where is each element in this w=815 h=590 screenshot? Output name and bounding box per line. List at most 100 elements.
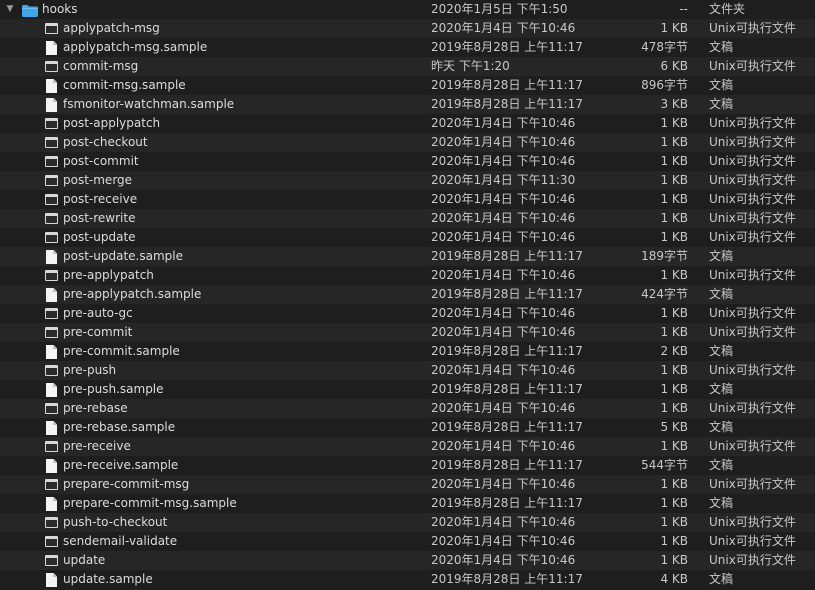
exec-icon <box>45 232 58 243</box>
exec-icon <box>45 137 58 148</box>
file-kind: Unix可执行文件 <box>709 363 796 377</box>
file-row[interactable]: post-rewrite 2020年1月4日 下午10:46 1 KB Unix… <box>0 209 815 228</box>
file-size: 1 KB <box>660 382 688 396</box>
doc-icon <box>46 98 57 112</box>
file-row[interactable]: sendemail-validate 2020年1月4日 下午10:46 1 K… <box>0 532 815 551</box>
file-kind: Unix可执行文件 <box>709 211 796 225</box>
file-name: prepare-commit-msg.sample <box>63 496 237 510</box>
file-size: 1 KB <box>660 268 688 282</box>
file-row[interactable]: post-update 2020年1月4日 下午10:46 1 KB Unix可… <box>0 228 815 247</box>
file-kind: Unix可执行文件 <box>709 135 796 149</box>
file-date: 2020年1月4日 下午10:46 <box>431 135 576 149</box>
doc-icon <box>46 383 57 397</box>
file-name: update <box>63 553 106 567</box>
file-row[interactable]: pre-rebase 2020年1月4日 下午10:46 1 KB Unix可执… <box>0 399 815 418</box>
file-row[interactable]: pre-applypatch.sample 2019年8月28日 上午11:17… <box>0 285 815 304</box>
folder-row-hooks[interactable]: ▼ hooks 2020年1月5日 下午1:50 -- 文件夹 <box>0 0 815 19</box>
file-date: 2020年1月4日 下午10:46 <box>431 154 576 168</box>
file-date: 2020年1月4日 下午10:46 <box>431 268 576 282</box>
file-name: update.sample <box>63 572 153 586</box>
folder-kind: 文件夹 <box>709 2 746 16</box>
file-row[interactable]: push-to-checkout 2020年1月4日 下午10:46 1 KB … <box>0 513 815 532</box>
file-kind: Unix可执行文件 <box>709 173 796 187</box>
file-row[interactable]: update.sample 2019年8月28日 上午11:17 4 KB 文稿 <box>0 570 815 589</box>
file-row[interactable]: post-receive 2020年1月4日 下午10:46 1 KB Unix… <box>0 190 815 209</box>
file-kind: Unix可执行文件 <box>709 439 796 453</box>
file-row[interactable]: pre-receive.sample 2019年8月28日 上午11:17 54… <box>0 456 815 475</box>
file-row[interactable]: fsmonitor-watchman.sample 2019年8月28日 上午1… <box>0 95 815 114</box>
file-row[interactable]: pre-push 2020年1月4日 下午10:46 1 KB Unix可执行文… <box>0 361 815 380</box>
doc-icon <box>46 573 57 587</box>
file-row[interactable]: pre-commit 2020年1月4日 下午10:46 1 KB Unix可执… <box>0 323 815 342</box>
file-name: pre-receive <box>63 439 131 453</box>
file-name: applypatch-msg <box>63 21 160 35</box>
exec-icon <box>45 213 58 224</box>
file-date: 2020年1月4日 下午10:46 <box>431 553 576 567</box>
file-name: fsmonitor-watchman.sample <box>63 97 235 111</box>
file-row[interactable]: pre-receive 2020年1月4日 下午10:46 1 KB Unix可… <box>0 437 815 456</box>
file-kind: 文稿 <box>709 344 734 358</box>
file-kind: 文稿 <box>709 40 734 54</box>
file-name: post-applypatch <box>63 116 161 130</box>
exec-icon <box>45 61 58 72</box>
exec-icon <box>45 118 58 129</box>
file-kind: Unix可执行文件 <box>709 534 796 548</box>
file-name: pre-push <box>63 363 117 377</box>
exec-icon <box>45 365 58 376</box>
file-kind: 文稿 <box>709 97 734 111</box>
file-size: 1 KB <box>660 154 688 168</box>
file-row[interactable]: post-merge 2020年1月4日 下午11:30 1 KB Unix可执… <box>0 171 815 190</box>
exec-icon <box>45 23 58 34</box>
file-row[interactable]: pre-push.sample 2019年8月28日 上午11:17 1 KB … <box>0 380 815 399</box>
file-row[interactable]: commit-msg.sample 2019年8月28日 上午11:17 896… <box>0 76 815 95</box>
file-name: pre-receive.sample <box>63 458 179 472</box>
file-row[interactable]: commit-msg 昨天 下午1:20 6 KB Unix可执行文件 <box>0 57 815 76</box>
exec-icon <box>45 156 58 167</box>
file-size: 1 KB <box>660 116 688 130</box>
file-row[interactable]: post-update.sample 2019年8月28日 上午11:17 18… <box>0 247 815 266</box>
file-row[interactable]: pre-commit.sample 2019年8月28日 上午11:17 2 K… <box>0 342 815 361</box>
file-size: 1 KB <box>660 21 688 35</box>
file-size: 5 KB <box>660 420 688 434</box>
file-name: post-update.sample <box>63 249 183 263</box>
file-row[interactable]: applypatch-msg.sample 2019年8月28日 上午11:17… <box>0 38 815 57</box>
file-size: 2 KB <box>660 344 688 358</box>
doc-icon <box>46 497 57 511</box>
file-size: 478字节 <box>641 40 688 54</box>
file-kind: 文稿 <box>709 572 734 586</box>
file-name: commit-msg <box>63 59 139 73</box>
file-date: 2020年1月4日 下午10:46 <box>431 401 576 415</box>
file-kind: Unix可执行文件 <box>709 515 796 529</box>
file-size: 6 KB <box>660 59 688 73</box>
file-size: 1 KB <box>660 192 688 206</box>
file-date: 2020年1月4日 下午11:30 <box>431 173 576 187</box>
file-size: 1 KB <box>660 496 688 510</box>
file-row[interactable]: post-commit 2020年1月4日 下午10:46 1 KB Unix可… <box>0 152 815 171</box>
file-name: post-commit <box>63 154 139 168</box>
file-size: 896字节 <box>641 78 688 92</box>
file-kind: 文稿 <box>709 382 734 396</box>
file-kind: Unix可执行文件 <box>709 192 796 206</box>
doc-icon <box>46 345 57 359</box>
file-row[interactable]: prepare-commit-msg.sample 2019年8月28日 上午1… <box>0 494 815 513</box>
file-size: 424字节 <box>641 287 688 301</box>
exec-icon <box>45 175 58 186</box>
file-row[interactable]: applypatch-msg 2020年1月4日 下午10:46 1 KB Un… <box>0 19 815 38</box>
file-row[interactable]: post-checkout 2020年1月4日 下午10:46 1 KB Uni… <box>0 133 815 152</box>
file-size: 1 KB <box>660 135 688 149</box>
file-name: post-checkout <box>63 135 148 149</box>
file-size: 4 KB <box>660 572 688 586</box>
disclosure-triangle-icon[interactable]: ▼ <box>5 0 15 19</box>
file-date: 2020年1月4日 下午10:46 <box>431 477 576 491</box>
file-row[interactable]: update 2020年1月4日 下午10:46 1 KB Unix可执行文件 <box>0 551 815 570</box>
file-size: 1 KB <box>660 515 688 529</box>
file-kind: Unix可执行文件 <box>709 268 796 282</box>
file-row[interactable]: post-applypatch 2020年1月4日 下午10:46 1 KB U… <box>0 114 815 133</box>
file-row[interactable]: prepare-commit-msg 2020年1月4日 下午10:46 1 K… <box>0 475 815 494</box>
file-row[interactable]: pre-auto-gc 2020年1月4日 下午10:46 1 KB Unix可… <box>0 304 815 323</box>
file-name: pre-commit <box>63 325 133 339</box>
file-kind: 文稿 <box>709 496 734 510</box>
file-row[interactable]: pre-rebase.sample 2019年8月28日 上午11:17 5 K… <box>0 418 815 437</box>
file-row[interactable]: pre-applypatch 2020年1月4日 下午10:46 1 KB Un… <box>0 266 815 285</box>
file-kind: Unix可执行文件 <box>709 325 796 339</box>
